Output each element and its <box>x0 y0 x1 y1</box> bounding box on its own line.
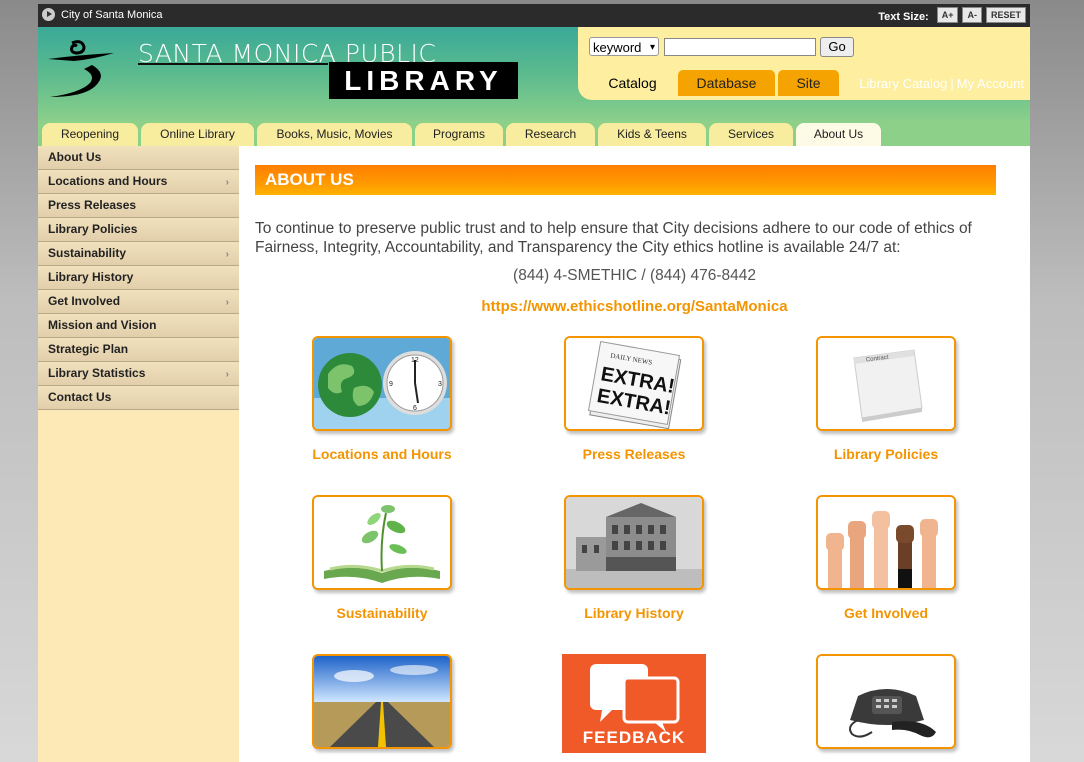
tile-caption[interactable]: Library History <box>562 605 706 621</box>
sidebar-item-label: Sustainability <box>48 246 127 260</box>
text-decrease-button[interactable]: A- <box>962 7 982 23</box>
text-size-label: Text Size: <box>878 11 929 23</box>
library-catalog-link[interactable]: Library Catalog <box>859 76 947 91</box>
chevron-right-icon: › <box>225 249 229 260</box>
newspaper-icon[interactable]: DAILY NEWS EXTRA! EXTRA! <box>564 336 704 431</box>
sidebar-item-library-statistics[interactable]: Library Statistics › <box>38 362 239 386</box>
contract-icon[interactable]: Contract <box>816 336 956 431</box>
search-input[interactable] <box>664 38 816 56</box>
sidebar-item-mission-and-vision[interactable]: Mission and Vision <box>38 314 239 338</box>
feedback-label: FEEDBACK <box>582 728 686 747</box>
tile-press-releases[interactable]: DAILY NEWS EXTRA! EXTRA! Press Releases <box>562 336 706 462</box>
sidebar-item-locations-and-hours[interactable]: Locations and Hours › <box>38 170 239 194</box>
nav-tab-books-music-movies[interactable]: Books, Music, Movies <box>257 123 412 146</box>
telephone-icon[interactable] <box>816 654 956 749</box>
sidebar-item-label: Library History <box>48 270 134 284</box>
tile-caption[interactable]: Sustainability <box>310 605 454 621</box>
svg-text:12: 12 <box>411 357 419 364</box>
text-reset-button[interactable]: RESET <box>985 7 1026 23</box>
main-nav: Reopening Online Library Books, Music, M… <box>38 123 1030 146</box>
sidebar-item-label: Locations and Hours <box>48 174 168 188</box>
search-tab-site[interactable]: Site <box>778 70 839 96</box>
sprout-book-icon[interactable] <box>312 495 452 590</box>
tile-caption[interactable]: Library Policies <box>814 446 958 462</box>
library-title-bottom: LIBRARY <box>329 62 518 99</box>
sidebar-item-label: Mission and Vision <box>48 318 157 332</box>
tile-feedback[interactable]: FEEDBACK <box>562 654 706 753</box>
search-tab-catalog[interactable]: Catalog <box>590 70 675 96</box>
city-link-label: City of Santa Monica <box>61 8 163 21</box>
chevron-right-icon: › <box>225 177 229 188</box>
tile-locations-and-hours[interactable]: 12 3 6 9 Locations and Hours <box>310 336 454 462</box>
nav-tab-reopening[interactable]: Reopening <box>42 123 138 146</box>
search-panel: keyword ▾ Go Catalog Database Site Libra… <box>578 27 1030 100</box>
nav-tab-services[interactable]: Services <box>709 123 793 146</box>
page-frame: City of Santa Monica Text Size: A+ A- RE… <box>38 4 1030 762</box>
library-logo-icon[interactable] <box>44 37 118 99</box>
sidebar-item-label: Contact Us <box>48 390 112 404</box>
raised-hands-icon[interactable] <box>816 495 956 590</box>
sidebar-item-library-policies[interactable]: Library Policies <box>38 218 239 242</box>
sidebar-item-strategic-plan[interactable]: Strategic Plan <box>38 338 239 362</box>
sidebar-item-label: Get Involved <box>48 294 121 308</box>
nav-tab-online-library[interactable]: Online Library <box>141 123 254 146</box>
account-links: Library Catalog | My Account <box>859 76 1024 91</box>
svg-text:6: 6 <box>413 405 417 412</box>
sidebar-item-label: Strategic Plan <box>48 342 129 356</box>
chevron-right-icon: › <box>225 369 229 380</box>
sidebar-item-contact-us[interactable]: Contact Us <box>38 386 239 410</box>
text-increase-button[interactable]: A+ <box>936 7 959 23</box>
historic-building-icon[interactable] <box>564 495 704 590</box>
site-header: SANTA MONICA PUBLIC LIBRARY keyword ▾ Go… <box>38 27 1030 123</box>
globe-clock-icon[interactable]: 12 3 6 9 <box>312 336 452 431</box>
nav-tab-about-us[interactable]: About Us <box>796 123 881 146</box>
tile-contact-phone[interactable] <box>814 654 958 762</box>
sidebar-item-sustainability[interactable]: Sustainability › <box>38 242 239 266</box>
sidebar-item-about-us[interactable]: About Us <box>38 146 239 170</box>
search-type-select[interactable]: keyword ▾ <box>589 37 659 56</box>
tile-library-policies[interactable]: Contract Library Policies <box>814 336 958 462</box>
chevron-right-icon: › <box>225 297 229 308</box>
link-separator: | <box>950 76 954 91</box>
tile-road[interactable] <box>310 654 454 762</box>
tile-get-involved[interactable]: Get Involved <box>814 495 958 621</box>
svg-text:3: 3 <box>438 381 442 388</box>
ethics-hotline-link[interactable]: https://www.ethicshotline.org/SantaMonic… <box>239 298 1030 315</box>
intro-text: To continue to preserve public trust and… <box>255 220 972 256</box>
page-title: ABOUT US <box>255 165 996 195</box>
svg-text:9: 9 <box>389 381 393 388</box>
sidebar-item-press-releases[interactable]: Press Releases <box>38 194 239 218</box>
go-button[interactable]: Go <box>820 37 854 57</box>
main-content: ABOUT US To continue to preserve public … <box>239 146 1030 762</box>
tile-caption[interactable]: Locations and Hours <box>310 446 454 462</box>
my-account-link[interactable]: My Account <box>957 76 1024 91</box>
sidebar-item-library-history[interactable]: Library History <box>38 266 239 290</box>
text-size-controls: Text Size: A+ A- RESET <box>878 7 1026 23</box>
city-link[interactable]: City of Santa Monica <box>42 8 163 21</box>
sidebar: About Us Locations and Hours › Press Rele… <box>38 146 239 762</box>
nav-tab-research[interactable]: Research <box>506 123 595 146</box>
tile-sustainability[interactable]: Sustainability <box>310 495 454 621</box>
tile-caption[interactable]: Press Releases <box>562 446 706 462</box>
road-icon[interactable] <box>312 654 452 749</box>
sidebar-item-get-involved[interactable]: Get Involved › <box>38 290 239 314</box>
tile-library-history[interactable]: Library History <box>562 495 706 621</box>
search-tab-database[interactable]: Database <box>678 70 775 96</box>
nav-tab-kids-teens[interactable]: Kids & Teens <box>598 123 706 146</box>
ethics-phone: (844) 4-SMETHIC / (844) 476-8442 <box>513 267 756 284</box>
sidebar-item-label: Library Policies <box>48 222 138 236</box>
top-bar: City of Santa Monica Text Size: A+ A- RE… <box>38 4 1030 27</box>
sidebar-item-label: Press Releases <box>48 198 137 212</box>
feedback-icon[interactable]: FEEDBACK <box>562 654 706 753</box>
tile-caption[interactable]: Get Involved <box>814 605 958 621</box>
sidebar-item-label: Library Statistics <box>48 366 146 380</box>
nav-tab-programs[interactable]: Programs <box>415 123 503 146</box>
chevron-down-icon: ▾ <box>649 42 655 53</box>
search-type-value: keyword <box>593 40 642 55</box>
play-arrow-icon <box>42 8 55 21</box>
sidebar-item-label: About Us <box>48 150 102 164</box>
title-rule <box>138 63 328 65</box>
